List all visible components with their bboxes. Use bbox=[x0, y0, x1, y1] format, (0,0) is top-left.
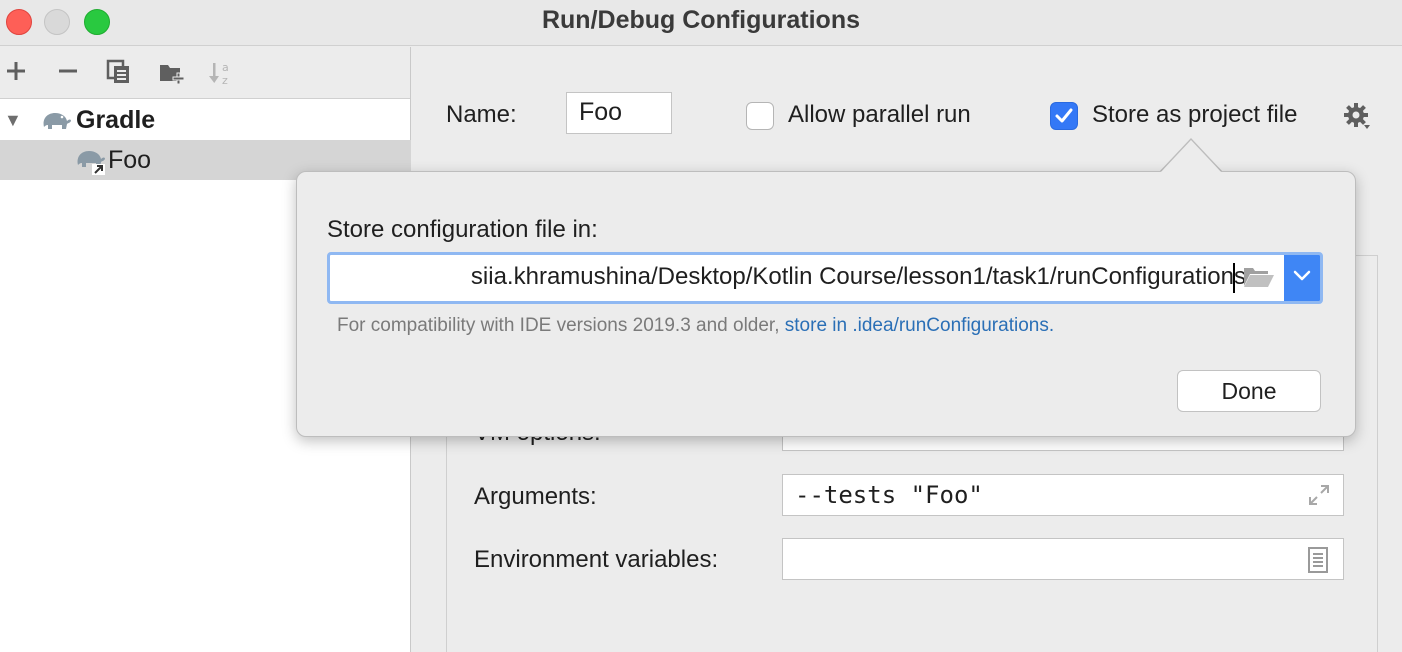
document-icon[interactable] bbox=[1307, 546, 1329, 579]
svg-text:z: z bbox=[222, 74, 228, 87]
env-variables-label: Environment variables: bbox=[474, 546, 719, 573]
compatibility-hint: For compatibility with IDE versions 2019… bbox=[337, 315, 1054, 337]
hint-text: For compatibility with IDE versions 2019… bbox=[337, 315, 780, 336]
tree-group-label: Gradle bbox=[76, 106, 156, 134]
checkmark-icon bbox=[1055, 108, 1073, 123]
config-path-value: siia.khramushina/Desktop/Kotlin Course/l… bbox=[470, 263, 1246, 290]
expand-icon[interactable] bbox=[1307, 483, 1331, 512]
copy-icon[interactable] bbox=[106, 59, 134, 87]
store-in-idea-link[interactable]: store in .idea/runConfigurations. bbox=[785, 315, 1054, 336]
sort-alphabetical-icon: az bbox=[208, 59, 236, 87]
text-cursor bbox=[1233, 263, 1235, 293]
gradle-config-icon bbox=[74, 147, 108, 180]
arguments-field[interactable]: --tests "Foo" bbox=[782, 474, 1344, 516]
popup-pointer-fill bbox=[1160, 140, 1222, 173]
allow-parallel-checkbox[interactable] bbox=[746, 102, 774, 130]
arguments-value: --tests "Foo" bbox=[795, 481, 983, 509]
tree-item-label: Foo bbox=[108, 146, 152, 174]
new-folder-icon[interactable] bbox=[158, 59, 186, 87]
name-label: Name: bbox=[446, 101, 517, 128]
name-field[interactable]: Foo bbox=[566, 92, 672, 134]
tree-toolbar: az bbox=[0, 47, 410, 99]
tree-item-gradle[interactable]: ▼ Gradle bbox=[0, 100, 411, 140]
chevron-down-icon bbox=[1293, 270, 1311, 281]
done-button[interactable]: Done bbox=[1177, 370, 1321, 412]
store-location-popup: Store configuration file in: siia.khramu… bbox=[296, 171, 1356, 437]
expand-arrow-icon[interactable]: ▼ bbox=[4, 110, 22, 131]
svg-text:a: a bbox=[222, 61, 229, 74]
window-title: Run/Debug Configurations bbox=[541, 6, 861, 34]
gear-icon[interactable] bbox=[1342, 101, 1372, 136]
allow-parallel-label: Allow parallel run bbox=[788, 101, 971, 128]
folder-open-icon[interactable] bbox=[1242, 264, 1276, 295]
config-path-field[interactable]: siia.khramushina/Desktop/Kotlin Course/l… bbox=[327, 252, 1323, 304]
gradle-elephant-icon bbox=[38, 107, 72, 138]
plus-icon[interactable] bbox=[4, 59, 32, 87]
path-dropdown-button[interactable] bbox=[1284, 255, 1320, 301]
env-variables-field[interactable] bbox=[782, 538, 1344, 580]
popup-label: Store configuration file in: bbox=[327, 216, 598, 243]
store-project-checkbox[interactable] bbox=[1050, 102, 1078, 130]
minus-icon[interactable] bbox=[56, 59, 84, 87]
title-bar: Run/Debug Configurations bbox=[0, 0, 1402, 46]
arguments-label: Arguments: bbox=[474, 483, 597, 510]
store-project-label: Store as project file bbox=[1092, 101, 1298, 128]
